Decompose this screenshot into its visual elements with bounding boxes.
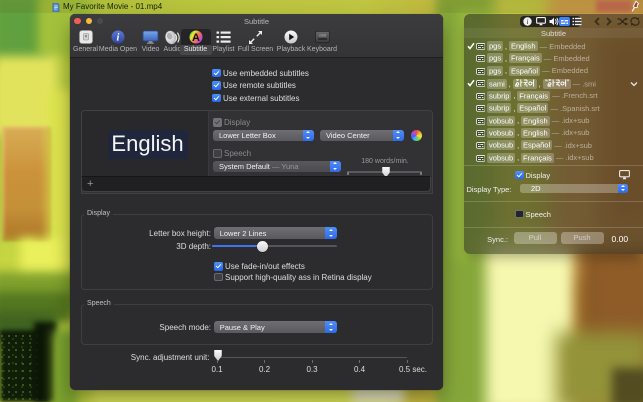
svg-text:i: i: [527, 18, 529, 26]
svg-text:i: i: [117, 32, 120, 43]
svg-text:A: A: [192, 32, 200, 44]
svg-text:cmd: cmd: [319, 33, 326, 37]
